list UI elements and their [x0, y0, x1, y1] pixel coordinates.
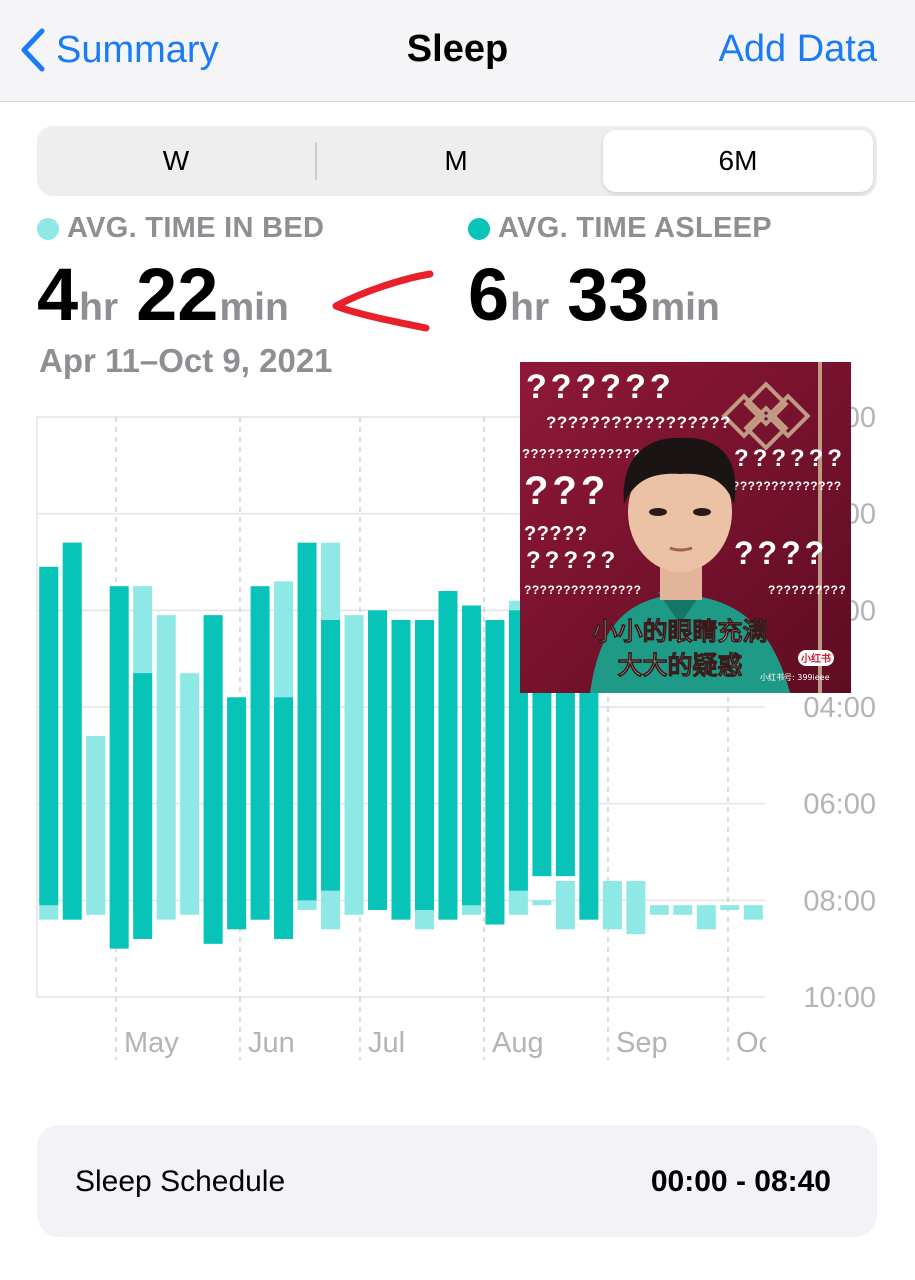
x-tick-label: Jun	[248, 1027, 295, 1059]
segment-six-months[interactable]: 6M	[603, 130, 873, 192]
meme-question-marks: ???????????????	[522, 446, 649, 461]
segment-month[interactable]: M	[317, 130, 595, 192]
meme-badge-text: 小红书	[800, 652, 831, 665]
back-label: Summary	[56, 28, 219, 71]
asleep-bar	[321, 620, 341, 891]
asleep-bar	[297, 542, 317, 901]
meme-watermark: 小红书号: 399ieee	[760, 672, 830, 682]
in-bed-hours-unit: hr	[79, 286, 119, 329]
sleep-schedule-value: 00:00 - 08:40	[650, 1165, 831, 1198]
asleep-bar	[391, 620, 411, 920]
in-bed-bar	[743, 905, 763, 920]
in-bed-bar	[156, 615, 176, 920]
time-in-bed-value: 4hr 22min	[37, 252, 289, 337]
x-tick-label: Aug	[492, 1027, 544, 1059]
meme-question-marks: ?????????????????	[546, 413, 731, 432]
meme-caption-line-1: 小小的眼睛充满	[592, 617, 767, 646]
meme-overlay-image: ????????????????????????????????????????…	[520, 362, 851, 693]
range-segmented-control: W M 6M	[37, 126, 877, 196]
in-bed-bar	[555, 881, 575, 930]
in-bed-bar	[180, 673, 200, 915]
meme-question-marks: ??????	[734, 445, 846, 472]
asleep-bar	[62, 542, 82, 920]
asleep-bar	[414, 620, 434, 910]
asleep-hours: 6	[468, 253, 510, 336]
asleep-bar	[227, 697, 247, 930]
meme-question-marks: ?????	[526, 547, 619, 574]
meme-question-marks: ??????????????	[732, 479, 842, 493]
asleep-dot-icon	[468, 217, 490, 240]
in-bed-minutes-unit: min	[219, 286, 289, 329]
asleep-bar	[461, 605, 481, 906]
page-title: Sleep	[406, 28, 509, 70]
in-bed-bar	[344, 615, 364, 915]
asleep-bar	[39, 566, 59, 906]
asleep-bar	[133, 673, 153, 939]
meme-question-marks: ?????	[524, 523, 588, 545]
asleep-bar	[274, 697, 294, 939]
segment-week[interactable]: W	[37, 130, 315, 192]
in-bed-hours: 4	[37, 253, 79, 336]
back-button[interactable]: Summary	[20, 24, 219, 76]
in-bed-bar	[720, 905, 740, 910]
in-bed-bar	[626, 881, 646, 935]
asleep-bar	[250, 586, 270, 920]
asleep-hours-unit: hr	[510, 286, 550, 329]
meme-caption-line-2: 大大的疑惑	[617, 651, 742, 680]
nav-bar: Summary Sleep Add Data	[0, 0, 915, 102]
date-range: Apr 11–Oct 9, 2021	[39, 342, 333, 379]
meme-question-marks: ???????????????	[524, 583, 641, 597]
meme-question-marks: ??????	[526, 368, 675, 406]
less-than-annotation	[332, 270, 434, 332]
sleep-schedule-label: Sleep Schedule	[75, 1165, 286, 1198]
x-tick-label: Sep	[616, 1027, 668, 1059]
y-tick-label: 06:00	[803, 789, 876, 821]
y-tick-label: 04:00	[803, 692, 876, 724]
in-bed-dot-icon	[37, 217, 59, 240]
y-tick-label: 08:00	[803, 885, 876, 917]
in-bed-bar	[696, 905, 716, 930]
meme-question-marks: ???	[524, 469, 609, 513]
time-in-bed-label: AVG. TIME IN BED	[37, 212, 324, 245]
sleep-schedule-row[interactable]: Sleep Schedule 00:00 - 08:40	[37, 1125, 877, 1237]
time-asleep-label-text: AVG. TIME ASLEEP	[498, 212, 772, 244]
asleep-minutes-unit: min	[650, 286, 720, 329]
add-data-button[interactable]: Add Data	[719, 28, 877, 71]
in-bed-bar	[673, 905, 693, 915]
asleep-minutes: 33	[567, 253, 650, 336]
x-tick-label: May	[124, 1027, 179, 1059]
chevron-left-icon	[21, 28, 45, 72]
label-clip-mask	[766, 1020, 786, 1070]
time-asleep-value: 6hr 33min	[468, 252, 720, 337]
in-bed-minutes: 22	[136, 253, 219, 336]
in-bed-bar	[86, 736, 106, 915]
y-tick-label: 10:00	[803, 982, 876, 1014]
meme-question-marks: ????	[734, 535, 828, 571]
in-bed-bar	[532, 900, 552, 906]
x-tick-label: Jul	[368, 1027, 405, 1059]
time-asleep-label: AVG. TIME ASLEEP	[468, 212, 772, 245]
asleep-bar	[109, 586, 129, 949]
time-in-bed-label-text: AVG. TIME IN BED	[67, 212, 325, 244]
meme-question-marks: ??????????	[768, 583, 846, 597]
asleep-bar	[485, 620, 505, 925]
asleep-bar	[368, 610, 388, 910]
asleep-bar	[438, 591, 458, 920]
asleep-bar	[203, 615, 223, 944]
in-bed-bar	[649, 905, 669, 915]
in-bed-bar	[602, 881, 622, 930]
